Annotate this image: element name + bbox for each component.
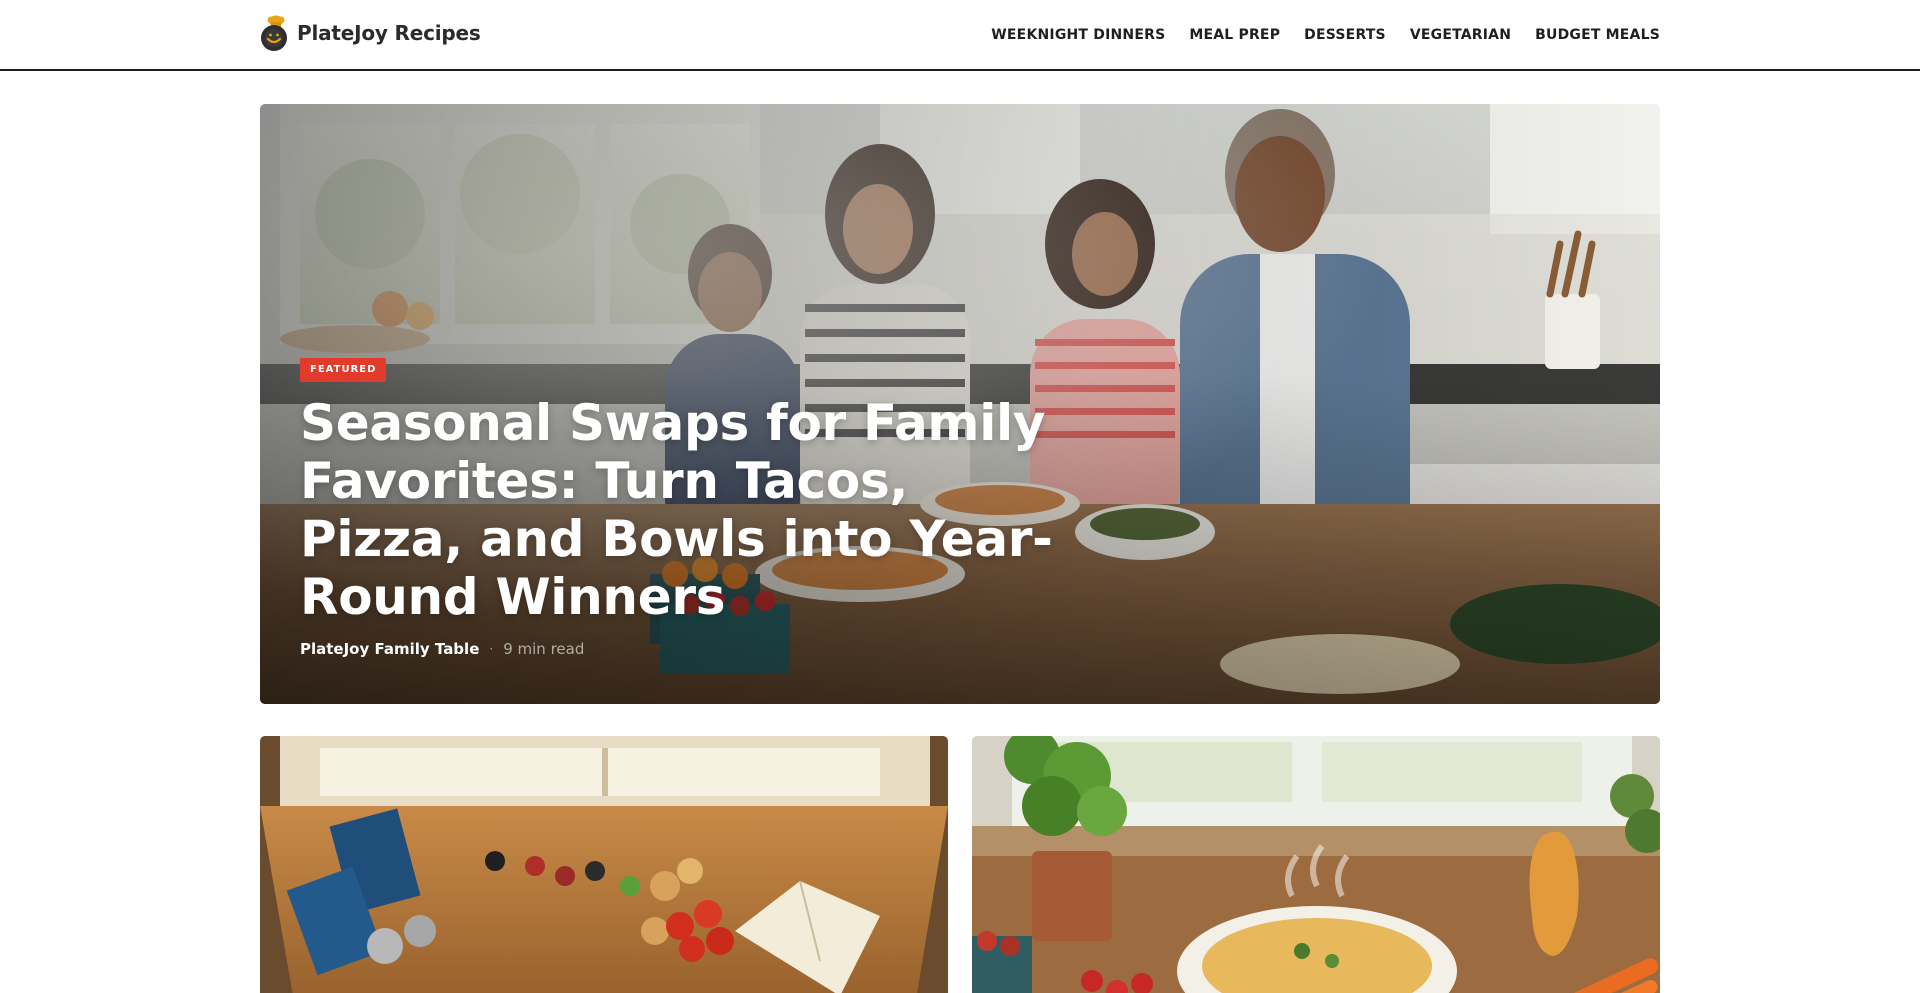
- featured-article[interactable]: FEATURED Seasonal Swaps for Family Favor…: [260, 104, 1660, 704]
- main-nav: WEEKNIGHT DINNERS MEAL PREP DESSERTS VEG…: [991, 24, 1660, 46]
- hero-meta: PlateJoy Family Table · 9 min read: [300, 640, 1080, 658]
- nav-vegetarian[interactable]: VEGETARIAN: [1410, 24, 1511, 46]
- hero-author[interactable]: PlateJoy Family Table: [300, 640, 479, 658]
- logo-text: PlateJoy Recipes: [297, 21, 481, 45]
- featured-badge: FEATURED: [300, 358, 387, 382]
- nav-weeknight-dinners[interactable]: WEEKNIGHT DINNERS: [991, 24, 1165, 46]
- site-header: PlateJoy Recipes WEEKNIGHT DINNERS MEAL …: [0, 0, 1920, 71]
- hero-title[interactable]: Seasonal Swaps for Family Favorites: Tur…: [300, 394, 1080, 626]
- site-logo[interactable]: PlateJoy Recipes: [258, 12, 481, 52]
- hero-read-time: 9 min read: [503, 640, 585, 658]
- chef-hat-pot-icon: [261, 15, 287, 51]
- nav-desserts[interactable]: DESSERTS: [1304, 24, 1386, 46]
- meta-separator: ·: [489, 642, 494, 656]
- card-image-pantry: [260, 736, 948, 993]
- article-card-pantry[interactable]: [260, 736, 948, 993]
- nav-budget-meals[interactable]: BUDGET MEALS: [1535, 24, 1660, 46]
- hero-content: FEATURED Seasonal Swaps for Family Favor…: [300, 357, 1080, 658]
- card-image-pasta: [972, 736, 1660, 993]
- nav-meal-prep[interactable]: MEAL PREP: [1189, 24, 1280, 46]
- article-card-pasta[interactable]: [972, 736, 1660, 993]
